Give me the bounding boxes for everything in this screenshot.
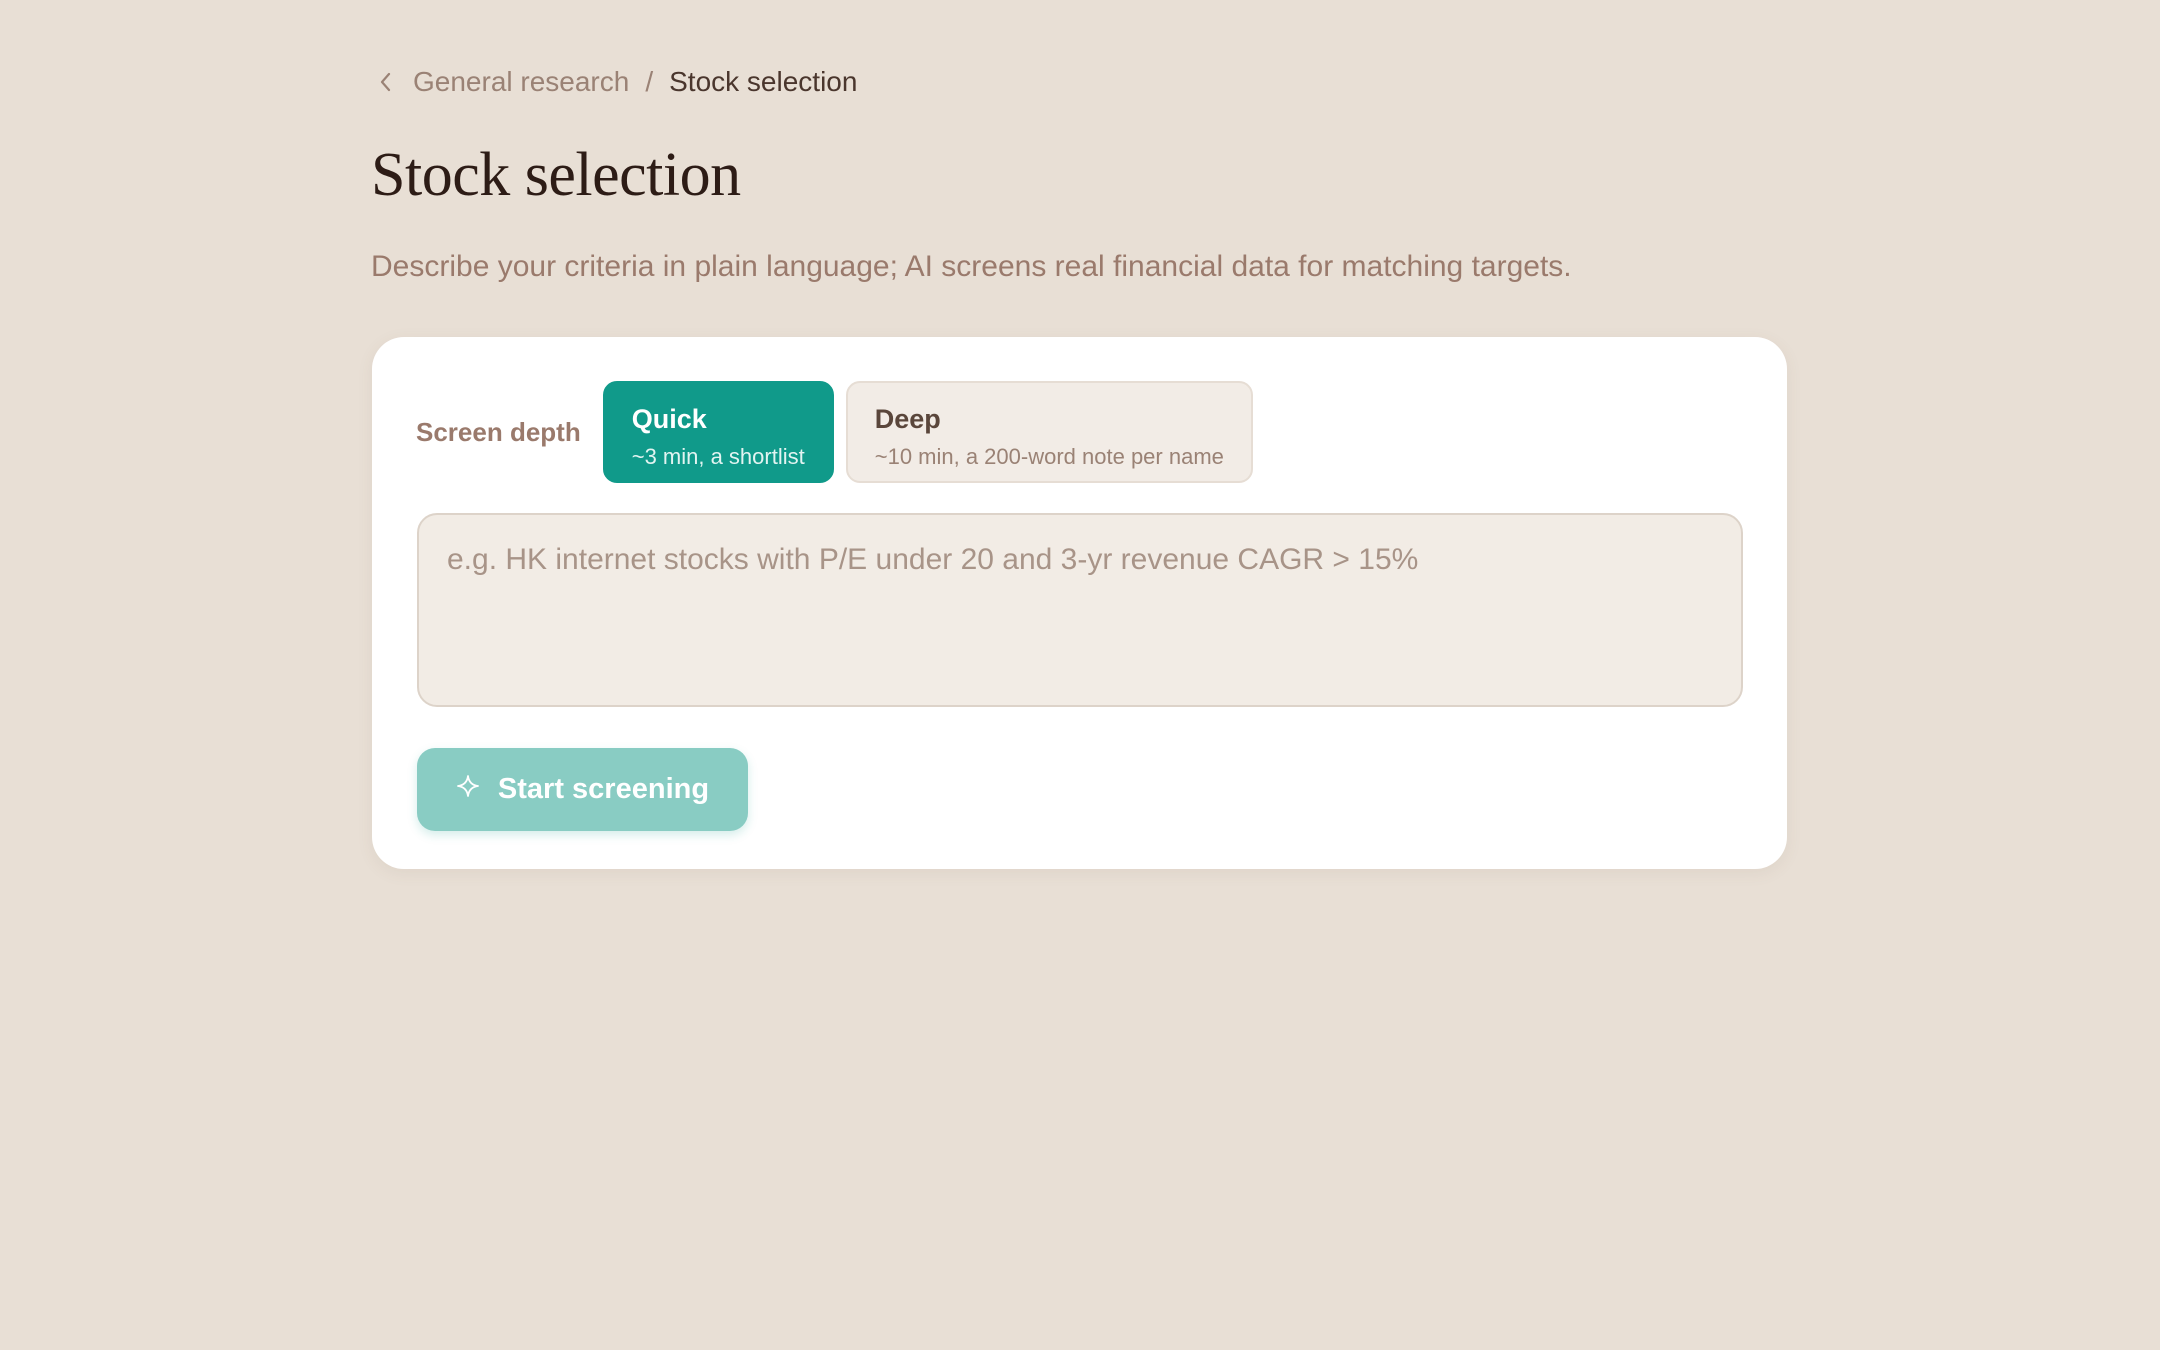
breadcrumb-current: Stock selection xyxy=(669,66,858,97)
depth-option-title: Deep xyxy=(874,404,941,434)
breadcrumb-parent-link[interactable]: General research xyxy=(413,66,629,98)
depth-option-description: ~10 min, a 200-word note per name xyxy=(874,444,1224,469)
screening-card: Screen depth Quick ~3 min, a shortlist D… xyxy=(372,337,1787,869)
sparkle-icon xyxy=(456,774,480,798)
breadcrumb: General research / Stock selection xyxy=(371,62,857,102)
depth-option-deep[interactable]: Deep ~10 min, a 200-word note per name xyxy=(845,381,1253,483)
breadcrumb-separator: / xyxy=(645,66,654,97)
page-title: Stock selection xyxy=(371,141,741,209)
screen-depth-label: Screen depth xyxy=(416,416,581,447)
page-subtitle: Describe your criteria in plain language… xyxy=(371,250,1572,283)
start-screening-label: Start screening xyxy=(497,773,710,805)
criteria-input[interactable] xyxy=(417,513,1743,707)
start-screening-button[interactable]: Start screening xyxy=(417,748,748,831)
depth-option-description: ~3 min, a shortlist xyxy=(631,444,805,469)
depth-option-title: Quick xyxy=(631,404,707,434)
screen-depth-selector: Screen depth Quick ~3 min, a shortlist D… xyxy=(416,381,1265,483)
depth-option-quick[interactable]: Quick ~3 min, a shortlist xyxy=(602,381,834,483)
chevron-left-icon[interactable] xyxy=(371,67,401,97)
